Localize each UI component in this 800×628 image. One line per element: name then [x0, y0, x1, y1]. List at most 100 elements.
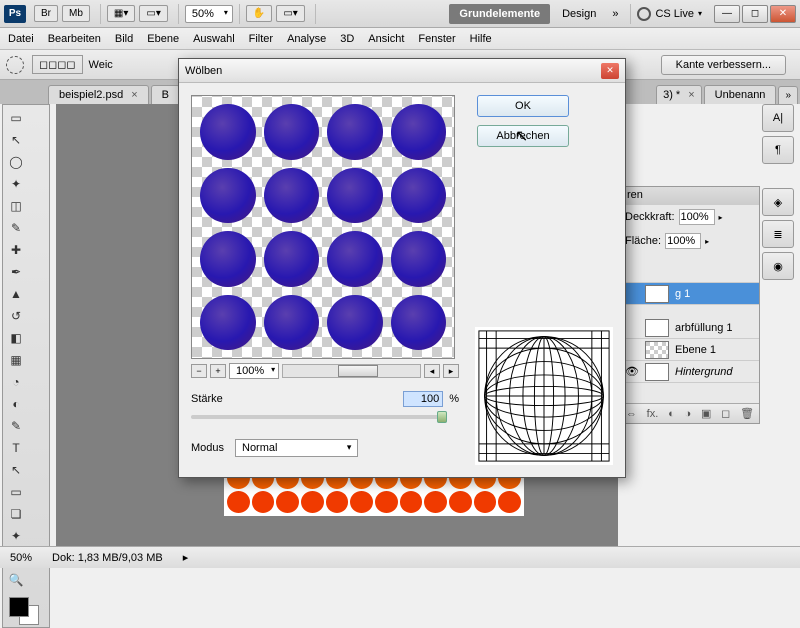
- menu-ansicht[interactable]: Ansicht: [368, 33, 404, 45]
- hand-icon[interactable]: ✋: [246, 5, 272, 22]
- move-tool-icon[interactable]: ▭: [6, 108, 26, 128]
- fill-input[interactable]: [665, 233, 701, 249]
- shape-tool-icon[interactable]: ▭: [6, 482, 26, 502]
- history-brush-icon[interactable]: ↺: [6, 306, 26, 326]
- workspace-active[interactable]: Grundelemente: [449, 4, 550, 24]
- paragraph-panel-icon[interactable]: ¶: [762, 136, 794, 164]
- fx-icon[interactable]: fx.: [647, 408, 659, 420]
- ok-button[interactable]: OK: [477, 95, 569, 117]
- healing-tool-icon[interactable]: ✚: [6, 240, 26, 260]
- close-button[interactable]: ✕: [770, 5, 796, 23]
- adjust-icon[interactable]: ◑: [685, 408, 692, 420]
- zoom-tool-icon[interactable]: 🔍: [6, 570, 26, 590]
- dialog-close-icon[interactable]: ✕: [601, 63, 619, 79]
- menu-bearbeiten[interactable]: Bearbeiten: [48, 33, 101, 45]
- layers-panel-icon[interactable]: ◈: [762, 188, 794, 216]
- strength-input[interactable]: [403, 391, 443, 407]
- strength-slider[interactable]: [191, 415, 447, 419]
- cslive-button[interactable]: CS Live ▾: [637, 7, 702, 21]
- eraser-tool-icon[interactable]: ◧: [6, 328, 26, 348]
- menu-fenster[interactable]: Fenster: [418, 33, 455, 45]
- cancel-button[interactable]: Abbrechen: [477, 125, 569, 147]
- crop-tool-icon[interactable]: ◫: [6, 196, 26, 216]
- layer-name: Hintergrund: [675, 366, 732, 378]
- menu-datei[interactable]: Datei: [8, 33, 34, 45]
- arrange-icon[interactable]: ▦▾: [107, 5, 135, 22]
- maximize-button[interactable]: ◻: [742, 5, 768, 23]
- trash-icon[interactable]: 🗑: [740, 407, 754, 420]
- 3d-cam-icon[interactable]: ✦: [6, 526, 26, 546]
- doc-tab-more[interactable]: 3) *×: [656, 85, 702, 104]
- lasso-tool-icon[interactable]: ◯: [6, 152, 26, 172]
- gradient-tool-icon[interactable]: ▦: [6, 350, 26, 370]
- layer-row[interactable]: g 1: [621, 283, 759, 305]
- scroll-right-icon[interactable]: ▸: [443, 364, 459, 378]
- link-icon[interactable]: ⇔: [626, 408, 637, 420]
- zoom-dropdown[interactable]: 50%: [185, 5, 233, 23]
- dialog-title: Wölben: [185, 65, 222, 77]
- selection-mode-icon[interactable]: ◻◻◻◻: [32, 55, 83, 74]
- doc-tab-2[interactable]: B: [151, 85, 180, 104]
- status-docsize[interactable]: Dok: 1,83 MB/9,03 MB: [52, 552, 163, 564]
- stamp-tool-icon[interactable]: ▲: [6, 284, 26, 304]
- character-panel-icon[interactable]: A|: [762, 104, 794, 132]
- zoom-out-button[interactable]: −: [191, 364, 207, 378]
- color-swatches[interactable]: [5, 595, 45, 625]
- menu-hilfe[interactable]: Hilfe: [470, 33, 492, 45]
- menu-3d[interactable]: 3D: [340, 33, 354, 45]
- pen-tool-icon[interactable]: ✎: [6, 416, 26, 436]
- mb-button[interactable]: Mb: [62, 5, 90, 22]
- marquee-tool-icon[interactable]: ↖: [6, 130, 26, 150]
- blur-tool-icon[interactable]: ◔: [6, 372, 26, 392]
- statusbar: 50% Dok: 1,83 MB/9,03 MB ▸: [0, 546, 800, 568]
- eyedropper-tool-icon[interactable]: ✎: [6, 218, 26, 238]
- preview-scrollbar[interactable]: [282, 364, 421, 378]
- dodge-tool-icon[interactable]: ◐: [6, 394, 26, 414]
- preview-zoom-dropdown[interactable]: 100%: [229, 363, 279, 379]
- folder-icon[interactable]: ▣: [701, 407, 711, 420]
- refine-edge-button[interactable]: Kante verbessern...: [661, 55, 786, 75]
- filter-preview[interactable]: [191, 95, 455, 359]
- doc-tab-new[interactable]: Unbenann: [704, 85, 777, 104]
- brush-tool-icon[interactable]: ✒: [6, 262, 26, 282]
- status-arrow-icon[interactable]: ▸: [183, 551, 189, 564]
- visibility-icon[interactable]: 👁: [625, 365, 639, 378]
- mode-select[interactable]: Normal: [235, 439, 358, 457]
- layers-tab[interactable]: ren: [621, 187, 759, 205]
- workspace-design[interactable]: Design: [552, 4, 606, 24]
- fill-label: Fläche:: [625, 235, 661, 247]
- close-tab-icon[interactable]: ×: [131, 89, 137, 101]
- br-button[interactable]: Br: [34, 5, 58, 22]
- wand-tool-icon[interactable]: ✦: [6, 174, 26, 194]
- channels-panel-icon[interactable]: ≣: [762, 220, 794, 248]
- new-icon[interactable]: ◻: [721, 407, 730, 420]
- menu-filter[interactable]: Filter: [249, 33, 273, 45]
- status-zoom[interactable]: 50%: [10, 552, 32, 564]
- screenmode-icon[interactable]: ▭▾: [139, 5, 167, 22]
- layer-row[interactable]: Ebene 1: [621, 339, 759, 361]
- doc-tab-1[interactable]: beispiel2.psd ×: [48, 85, 149, 104]
- zoom-in-button[interactable]: +: [210, 364, 226, 378]
- menu-bild[interactable]: Bild: [115, 33, 133, 45]
- menu-auswahl[interactable]: Auswahl: [193, 33, 235, 45]
- layer-row[interactable]: arbfüllung 1: [621, 317, 759, 339]
- workspace-more-icon[interactable]: »: [612, 8, 618, 20]
- layers-panel: ren Deckkraft: ▸ Fläche: ▸ g 1 arbfüllun…: [620, 186, 760, 424]
- doc-tab-1-label: beispiel2.psd: [59, 89, 123, 101]
- menu-analyse[interactable]: Analyse: [287, 33, 326, 45]
- dialog-titlebar[interactable]: Wölben ✕: [179, 59, 625, 83]
- 3d-tool-icon[interactable]: ❏: [6, 504, 26, 524]
- menu-ebene[interactable]: Ebene: [147, 33, 179, 45]
- minimize-button[interactable]: —: [714, 5, 740, 23]
- opacity-input[interactable]: [679, 209, 715, 225]
- doc-tabs-overflow[interactable]: »: [778, 86, 798, 104]
- type-tool-icon[interactable]: T: [6, 438, 26, 458]
- tool-preset-icon[interactable]: [6, 56, 24, 74]
- mask-icon[interactable]: ◐: [668, 408, 675, 420]
- paths-panel-icon[interactable]: ◉: [762, 252, 794, 280]
- path-tool-icon[interactable]: ↖: [6, 460, 26, 480]
- layers-footer: ⇔ fx. ◐ ◑ ▣ ◻ 🗑: [621, 403, 759, 423]
- extras-icon[interactable]: ▭▾: [276, 5, 304, 22]
- layer-row[interactable]: 👁 Hintergrund: [621, 361, 759, 383]
- scroll-left-icon[interactable]: ◂: [424, 364, 440, 378]
